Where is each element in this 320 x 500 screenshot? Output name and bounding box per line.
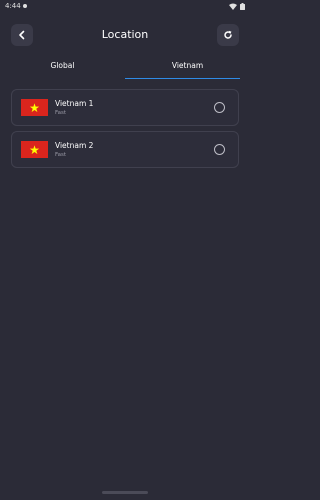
tab-bar: Global Vietnam	[0, 57, 250, 79]
server-text: Vietnam 1 Fast	[55, 99, 93, 116]
server-list: ★ Vietnam 1 Fast ★ Vietnam 2 Fast	[11, 89, 239, 173]
status-right	[229, 2, 245, 10]
server-speed: Fast	[55, 152, 67, 158]
vietnam-flag-icon: ★	[21, 141, 48, 158]
wifi-icon	[229, 3, 237, 10]
server-name: Vietnam 2	[55, 141, 94, 150]
refresh-icon	[224, 30, 232, 39]
tab-vietnam[interactable]: Vietnam	[125, 57, 250, 79]
radio-button[interactable]	[214, 144, 225, 155]
server-name: Vietnam 1	[55, 99, 94, 108]
vietnam-flag-icon: ★	[21, 99, 48, 116]
status-bar: 4:44	[0, 0, 250, 12]
battery-icon	[240, 2, 245, 10]
server-item-vietnam-1[interactable]: ★ Vietnam 1 Fast	[11, 89, 239, 126]
notification-icon	[22, 4, 27, 8]
header: Location	[0, 22, 250, 50]
server-text: Vietnam 2 Fast	[55, 141, 93, 158]
server-item-vietnam-2[interactable]: ★ Vietnam 2 Fast	[11, 131, 239, 168]
refresh-button[interactable]	[217, 24, 239, 46]
status-time: 4:44	[5, 2, 21, 10]
tab-global[interactable]: Global	[0, 57, 125, 79]
radio-button[interactable]	[214, 102, 225, 113]
page-title: Location	[101, 28, 149, 41]
server-speed: Fast	[55, 110, 67, 116]
status-left: 4:44	[5, 2, 27, 10]
home-indicator	[102, 491, 148, 494]
